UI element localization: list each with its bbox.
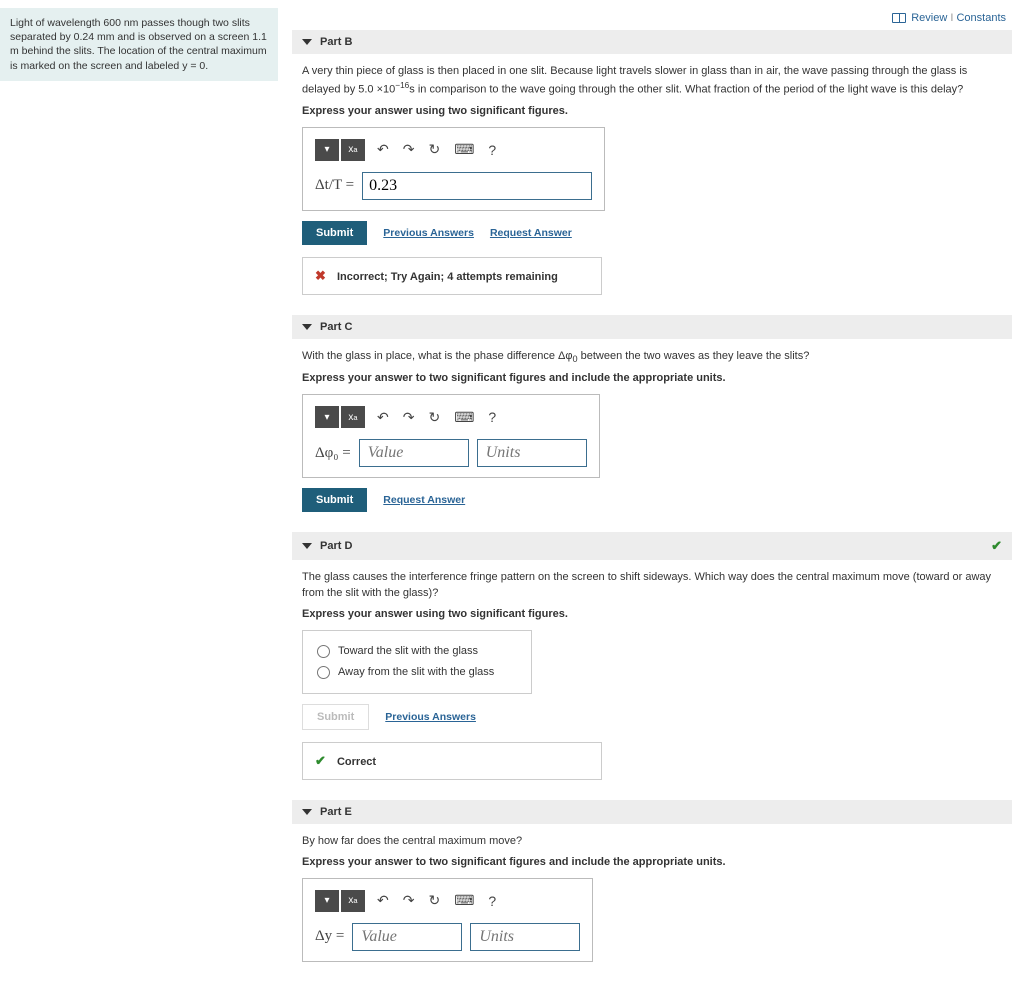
constants-link[interactable]: Constants — [956, 12, 1006, 24]
choice-toward-radio[interactable] — [317, 645, 330, 658]
part-b-label: Δt/T = — [315, 177, 354, 194]
redo-icon[interactable]: ↷ — [403, 409, 415, 426]
part-c-header[interactable]: Part C — [292, 315, 1012, 339]
part-e-label: Δy = — [315, 928, 344, 945]
part-b-previous-answers-link[interactable]: Previous Answers — [383, 227, 474, 239]
part-d-submit-button: Submit — [302, 704, 369, 730]
symbol-button[interactable]: xa — [341, 406, 365, 428]
reset-icon[interactable]: ↻ — [428, 409, 440, 426]
check-icon: ✔ — [315, 753, 326, 768]
help-icon[interactable]: ? — [488, 893, 496, 909]
part-c-request-answer-link[interactable]: Request Answer — [383, 494, 465, 506]
part-e: Part E By how far does the central maxim… — [292, 800, 1012, 968]
chevron-down-icon — [302, 39, 312, 45]
part-b-submit-button[interactable]: Submit — [302, 221, 367, 245]
template-button[interactable]: ▾ — [315, 139, 339, 161]
redo-icon[interactable]: ↷ — [403, 141, 415, 158]
problem-statement: Light of wavelength 600 nm passes though… — [0, 8, 278, 81]
part-c-question: With the glass in place, what is the pha… — [302, 349, 1002, 366]
review-link[interactable]: Review — [911, 12, 947, 24]
answer-toolbar: ▾ xa ↶ ↷ ↻ ⌨ ? — [315, 405, 587, 429]
chevron-down-icon — [302, 809, 312, 815]
choice-toward[interactable]: Toward the slit with the glass — [317, 641, 517, 662]
part-d-previous-answers-link[interactable]: Previous Answers — [385, 711, 476, 723]
part-d-feedback: ✔ Correct — [302, 742, 602, 780]
x-icon: ✖ — [315, 268, 326, 283]
part-b-title: Part B — [320, 36, 352, 48]
chevron-down-icon — [302, 543, 312, 549]
part-e-question: By how far does the central maximum move… — [302, 834, 1002, 850]
undo-icon[interactable]: ↶ — [377, 141, 389, 158]
part-e-value-input[interactable] — [352, 923, 462, 951]
part-d-header[interactable]: Part D ✔ — [292, 532, 1012, 560]
keyboard-icon[interactable]: ⌨ — [454, 892, 474, 909]
redo-icon[interactable]: ↷ — [403, 892, 415, 909]
template-button[interactable]: ▾ — [315, 406, 339, 428]
part-b-answerbox: ▾ xa ↶ ↷ ↻ ⌨ ? Δt/T = — [302, 127, 605, 211]
part-e-answerbox: ▾ xa ↶ ↷ ↻ ⌨ ? Δy = — [302, 878, 593, 962]
top-links: Review I Constants — [292, 8, 1012, 30]
book-icon — [892, 13, 906, 23]
part-b-header[interactable]: Part B — [292, 30, 1012, 54]
part-b-question: A very thin piece of glass is then place… — [302, 64, 1002, 99]
undo-icon[interactable]: ↶ — [377, 892, 389, 909]
symbol-button[interactable]: xa — [341, 890, 365, 912]
part-c-answerbox: ▾ xa ↶ ↷ ↻ ⌨ ? Δφ₀ = — [302, 394, 600, 478]
chevron-down-icon — [302, 324, 312, 330]
help-icon[interactable]: ? — [488, 409, 496, 425]
part-d-question: The glass causes the interference fringe… — [302, 570, 1002, 602]
part-e-units-input[interactable] — [470, 923, 580, 951]
answer-toolbar: ▾ xa ↶ ↷ ↻ ⌨ ? — [315, 889, 580, 913]
reset-icon[interactable]: ↻ — [428, 141, 440, 158]
part-c-units-input[interactable] — [477, 439, 587, 467]
part-d-title: Part D — [320, 540, 352, 552]
choice-away[interactable]: Away from the slit with the glass — [317, 662, 517, 683]
template-button[interactable]: ▾ — [315, 890, 339, 912]
reset-icon[interactable]: ↻ — [428, 892, 440, 909]
choice-away-radio[interactable] — [317, 666, 330, 679]
part-d-instruction: Express your answer using two significan… — [302, 608, 1002, 620]
check-icon: ✔ — [991, 538, 1002, 554]
part-b-request-answer-link[interactable]: Request Answer — [490, 227, 572, 239]
part-c-instruction: Express your answer to two significant f… — [302, 372, 1002, 384]
part-c-submit-button[interactable]: Submit — [302, 488, 367, 512]
part-c-value-input[interactable] — [359, 439, 469, 467]
part-c: Part C With the glass in place, what is … — [292, 315, 1012, 518]
help-icon[interactable]: ? — [488, 142, 496, 158]
part-e-header[interactable]: Part E — [292, 800, 1012, 824]
part-b-input[interactable] — [362, 172, 592, 200]
part-b: Part B A very thin piece of glass is the… — [292, 30, 1012, 301]
keyboard-icon[interactable]: ⌨ — [454, 409, 474, 426]
part-c-title: Part C — [320, 321, 352, 333]
keyboard-icon[interactable]: ⌨ — [454, 141, 474, 158]
part-d-choices: Toward the slit with the glass Away from… — [302, 630, 532, 694]
part-b-instruction: Express your answer using two significan… — [302, 105, 1002, 117]
part-b-feedback: ✖ Incorrect; Try Again; 4 attempts remai… — [302, 257, 602, 295]
answer-toolbar: ▾ xa ↶ ↷ ↻ ⌨ ? — [315, 138, 592, 162]
part-e-title: Part E — [320, 806, 352, 818]
part-c-label: Δφ₀ = — [315, 445, 351, 462]
part-e-instruction: Express your answer to two significant f… — [302, 856, 1002, 868]
symbol-button[interactable]: xa — [341, 139, 365, 161]
undo-icon[interactable]: ↶ — [377, 409, 389, 426]
part-d: Part D ✔ The glass causes the interferen… — [292, 532, 1012, 786]
